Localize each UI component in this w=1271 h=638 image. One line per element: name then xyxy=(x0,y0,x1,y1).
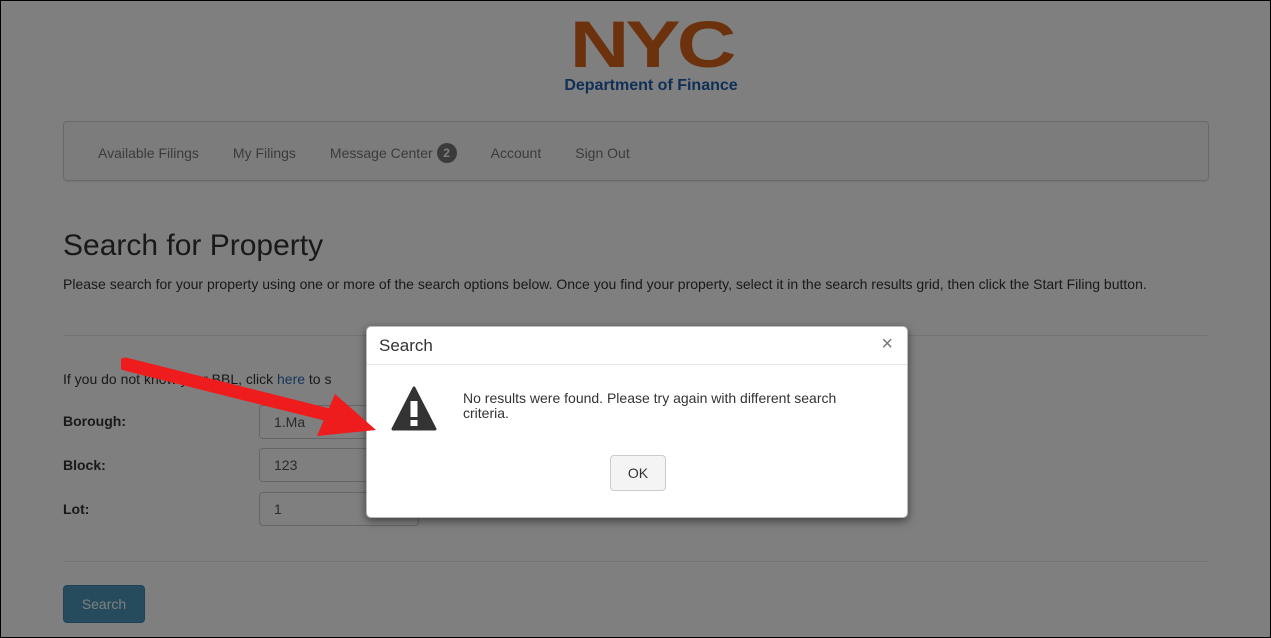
browser-page: NYC Department of Finance Available Fili… xyxy=(0,0,1271,638)
modal-header: Search × xyxy=(367,327,907,365)
modal-title: Search xyxy=(379,336,433,355)
search-result-modal: Search × No results were found. Please t… xyxy=(366,326,908,518)
modal-backdrop[interactable] xyxy=(1,1,1270,637)
annotation-arrow-icon xyxy=(121,357,376,436)
warning-icon xyxy=(391,386,437,431)
ok-button[interactable]: OK xyxy=(610,455,666,491)
modal-message: No results were found. Please try again … xyxy=(463,390,837,421)
close-icon[interactable]: × xyxy=(881,334,893,354)
